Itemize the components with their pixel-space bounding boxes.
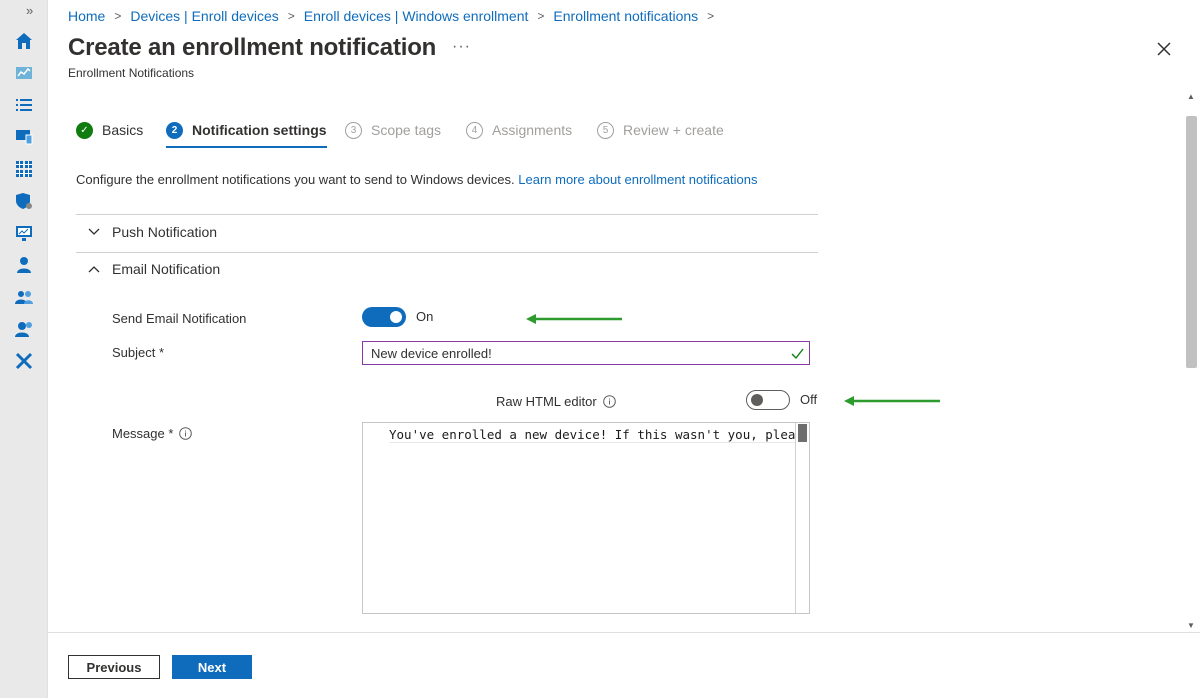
page-title: Create an enrollment notification [68,34,437,61]
wizard-footer: Previous Next [48,632,1200,698]
step-number: 4 [466,121,483,139]
home-icon[interactable] [14,31,34,51]
tenant-admin-icon[interactable] [14,319,34,339]
left-nav-rail: » [0,0,48,698]
chevron-right-icon: > [114,9,122,23]
chevron-up-icon [88,266,100,273]
push-notification-section-header[interactable]: Push Notification [86,224,217,240]
tab-basics[interactable]: ✓ Basics [76,115,143,145]
more-options-icon[interactable]: ··· [452,38,471,56]
apps-icon[interactable] [14,159,34,179]
chevron-right-icon: > [537,9,545,23]
divider [76,252,818,253]
page-subtitle: Enrollment Notifications [68,66,195,80]
scroll-up-icon[interactable]: ▲ [1187,92,1195,101]
annotation-arrow-icon [844,396,940,406]
tab-assignments[interactable]: 4 Assignments [466,115,572,145]
editor-scrollbar[interactable] [795,423,809,613]
close-icon[interactable] [1155,40,1173,58]
send-email-toggle[interactable] [362,307,406,327]
message-editor[interactable]: You've enrolled a new device! If this wa… [362,422,810,614]
step-number: 2 [166,121,183,139]
breadcrumb: Home > Devices | Enroll devices > Enroll… [68,7,723,25]
scrollbar-thumb[interactable] [798,424,807,442]
chevron-down-icon [88,228,100,235]
reports-icon[interactable] [14,223,34,243]
info-icon[interactable] [602,395,616,408]
page-scrollbar[interactable]: ▲ ▼ [1183,88,1200,632]
subject-label: Subject * [112,345,165,360]
next-button[interactable]: Next [172,655,252,679]
checkmark-icon: ✓ [76,121,93,139]
raw-html-editor-toggle[interactable] [746,390,790,410]
breadcrumb-windows-enrollment[interactable]: Enroll devices | Windows enrollment [304,8,529,24]
users-icon[interactable] [14,255,34,275]
learn-more-link[interactable]: Learn more about enrollment notification… [518,172,757,187]
troubleshooting-icon[interactable] [14,351,34,371]
breadcrumb-devices-enroll[interactable]: Devices | Enroll devices [130,8,278,24]
section-title: Push Notification [112,224,218,240]
message-text: You've enrolled a new device! If this wa… [389,427,797,443]
dashboard-icon[interactable] [14,63,34,83]
intro-description: Configure the enrollment notifications y… [76,172,515,187]
annotation-arrow-icon [526,314,622,324]
subject-value: New device enrolled! [371,345,492,361]
toggle-knob [751,394,763,406]
tab-label: Review + create [623,122,724,138]
chevron-right-icon: > [287,9,295,23]
all-services-icon[interactable] [14,95,34,115]
tab-label: Assignments [492,122,573,138]
email-notification-section-header[interactable]: Email Notification [86,261,220,277]
breadcrumb-enrollment-notifications[interactable]: Enrollment notifications [553,8,698,24]
info-icon[interactable] [179,427,193,440]
send-email-label: Send Email Notification [112,311,247,326]
scroll-down-icon[interactable]: ▼ [1187,621,1195,630]
previous-button[interactable]: Previous [68,655,160,679]
intro-text: Configure the enrollment notifications y… [76,172,757,187]
tab-label: Basics [102,122,144,138]
groups-icon[interactable] [14,287,34,307]
tab-notification-settings[interactable]: 2 Notification settings [166,115,327,148]
tab-review-create[interactable]: 5 Review + create [597,115,724,145]
devices-icon[interactable] [14,127,34,147]
scrollbar-thumb[interactable] [1186,116,1197,368]
expand-nav-icon[interactable]: » [26,3,33,18]
send-email-state: On [416,309,434,324]
endpoint-security-icon[interactable] [14,191,34,211]
toggle-knob [390,311,402,323]
tab-label: Notification settings [192,122,327,138]
valid-checkmark-icon [791,348,804,360]
raw-html-editor-state: Off [800,392,818,407]
chevron-right-icon: > [707,9,715,23]
raw-html-label-text: Raw HTML editor [496,394,597,409]
message-label: Message * [112,426,193,441]
breadcrumb-home[interactable]: Home [68,8,105,24]
step-number: 5 [597,121,614,139]
raw-html-editor-label: Raw HTML editor [496,394,616,409]
divider [76,214,818,215]
subject-input[interactable]: New device enrolled! [362,341,810,365]
message-label-text: Message * [112,426,174,441]
tab-label: Scope tags [371,122,442,138]
tab-scope-tags[interactable]: 3 Scope tags [345,115,441,145]
section-title: Email Notification [112,261,221,277]
step-number: 3 [345,121,362,139]
